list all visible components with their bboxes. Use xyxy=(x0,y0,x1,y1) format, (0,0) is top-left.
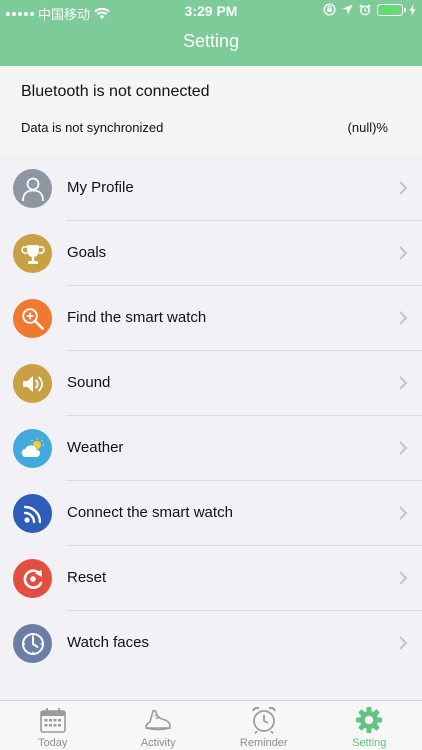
menu-item-label: Watch faces xyxy=(67,634,149,651)
tab-setting[interactable]: Setting xyxy=(317,701,422,750)
menu-item-watch-faces[interactable]: Watch faces xyxy=(0,611,422,676)
tab-activity[interactable]: Activity xyxy=(106,701,212,750)
header-bar: 中国移动 3:29 PM Setting xyxy=(0,0,422,66)
weather-icon xyxy=(13,429,52,468)
location-arrow-icon xyxy=(342,4,353,15)
menu-item-weather[interactable]: Weather xyxy=(0,416,422,481)
menu-item-goals[interactable]: Goals xyxy=(0,221,422,286)
shoe-icon xyxy=(145,709,172,731)
alarm-icon xyxy=(359,4,371,15)
tab-label: Today xyxy=(38,737,68,749)
tab-label: Setting xyxy=(352,737,387,749)
clock-icon xyxy=(13,624,52,663)
reset-icon xyxy=(13,559,52,598)
menu-item-find-watch[interactable]: Find the smart watch xyxy=(0,286,422,351)
tab-bar: Today Activity Reminder Setting xyxy=(0,700,422,750)
menu-item-label: Reset xyxy=(67,569,107,586)
connect-icon xyxy=(13,494,52,533)
chevron-right-icon xyxy=(399,311,408,325)
menu-item-reset[interactable]: Reset xyxy=(0,546,422,611)
gear-icon xyxy=(356,707,383,733)
sync-status: Data is not synchronized xyxy=(21,120,164,135)
alarm-clock-icon xyxy=(251,706,276,735)
menu-item-label: Find the smart watch xyxy=(67,309,207,326)
charging-icon xyxy=(409,3,416,16)
menu-item-my-profile[interactable]: My Profile xyxy=(0,156,422,221)
page-title: Setting xyxy=(182,31,240,51)
menu-item-label: Connect the smart watch xyxy=(67,504,233,521)
menu-item-connect-watch[interactable]: Connect the smart watch xyxy=(0,481,422,546)
tab-label: Activity xyxy=(140,737,176,749)
chevron-right-icon xyxy=(399,246,408,260)
settings-menu: My Profile Goals Find the smart watch So… xyxy=(0,156,422,676)
chevron-right-icon xyxy=(399,506,408,520)
trophy-icon xyxy=(13,234,52,273)
speaker-icon xyxy=(13,364,52,403)
menu-item-label: Sound xyxy=(67,374,111,391)
chevron-right-icon xyxy=(399,441,408,455)
orientation-lock-icon xyxy=(323,3,336,16)
bluetooth-status: Bluetooth is not connected xyxy=(21,83,210,100)
calendar-icon xyxy=(39,708,66,733)
sync-percentage: (null)% xyxy=(347,120,388,135)
menu-item-label: Goals xyxy=(67,244,107,261)
connection-panel: Bluetooth is not connected Data is not s… xyxy=(0,66,422,154)
menu-item-label: Weather xyxy=(67,439,124,456)
search-zoom-icon xyxy=(13,299,52,338)
tab-label: Reminder xyxy=(239,737,288,749)
status-bar: 中国移动 3:29 PM xyxy=(0,0,422,22)
tab-reminder[interactable]: Reminder xyxy=(211,701,317,750)
menu-item-label: My Profile xyxy=(67,179,134,196)
chevron-right-icon xyxy=(399,571,408,585)
status-right xyxy=(323,3,416,16)
menu-item-sound[interactable]: Sound xyxy=(0,351,422,416)
profile-icon xyxy=(13,169,52,208)
battery-icon xyxy=(377,3,406,16)
chevron-right-icon xyxy=(399,636,408,650)
chevron-right-icon xyxy=(399,181,408,195)
tab-today[interactable]: Today xyxy=(0,701,106,750)
chevron-right-icon xyxy=(399,376,408,390)
